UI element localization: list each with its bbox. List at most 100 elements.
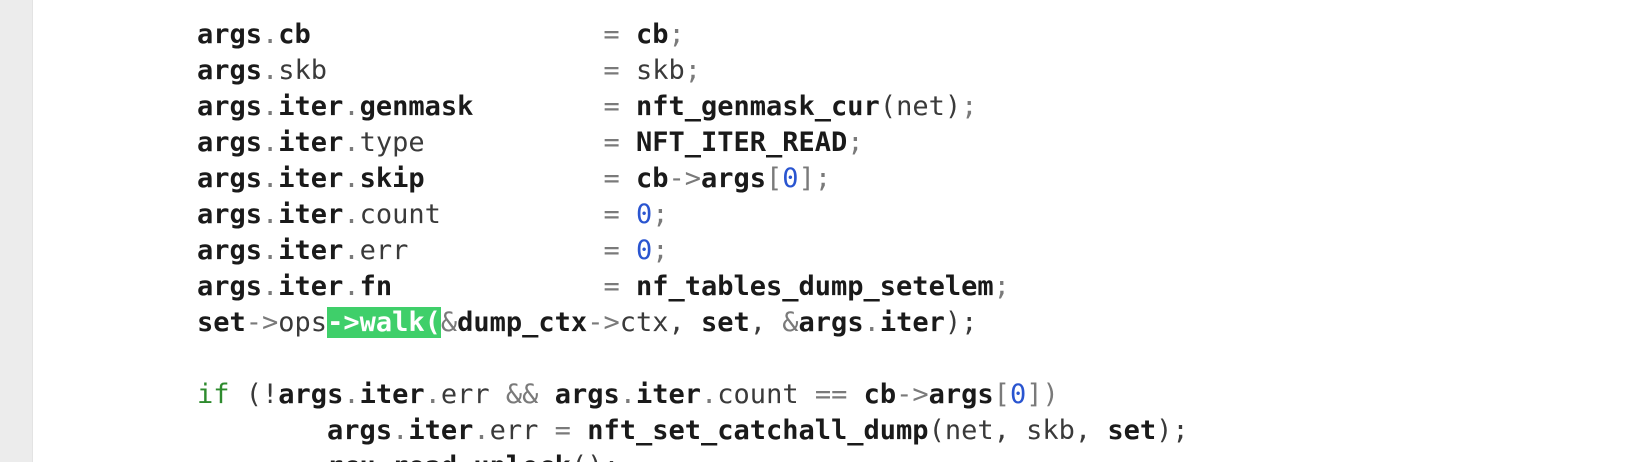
code-token: = [603,163,620,194]
code-token: ; [814,163,832,194]
code-token: fn [359,271,393,302]
code-token: & [440,307,458,338]
code-line: args.iter.fn = nf_tables_dump_setelem; [197,269,1597,305]
code-token: . [343,199,360,230]
editor-gutter [0,0,33,462]
code-token: 0 [782,163,799,194]
code-token: set [197,307,246,338]
code-token: dump_ctx [457,307,588,338]
code-line: args.iter.err = nft_set_catchall_dump(ne… [197,413,1597,449]
code-token: . [343,235,360,266]
code-token: args [798,307,864,338]
code-token: . [343,379,360,410]
code-token: args [327,415,393,446]
code-token: set [1107,415,1157,446]
code-token: . [262,271,279,302]
code-token: ; [668,19,685,50]
code-token: [ [993,379,1010,410]
code-token: iter [408,415,474,446]
code-token: args [197,19,263,50]
code-token: err [489,415,539,446]
code-token: . [343,91,360,122]
code-token: = [603,91,620,122]
code-token: . [473,415,490,446]
code-token: = [538,415,588,446]
code-token: iter [278,271,344,302]
code-token: ; [993,271,1010,302]
code-token: rcu_read_unlock [327,451,571,462]
code-token: = [603,127,620,158]
code-token: skb [278,55,328,86]
code-token: count [717,379,799,410]
code-token: -> [668,163,701,194]
code-token: iter [278,91,344,122]
code-token: (); [571,451,620,462]
code-token: . [262,91,279,122]
code-token: . [424,379,441,410]
code-token: args [701,163,767,194]
code-token: ); [1156,415,1189,446]
code-token: 0 [635,235,653,266]
code-token: cb [635,19,669,50]
code-token: . [262,163,279,194]
code-token: -> [245,307,279,338]
code-token: args [197,199,263,230]
code-token: skip [359,163,425,194]
code-token: iter [278,235,344,266]
code-token: cb [863,379,897,410]
code-token: args [197,271,263,302]
code-token: . [262,235,279,266]
code-token: , [749,307,783,338]
code-token: ); [944,307,978,338]
code-token: iter [636,379,702,410]
code-line: args.skb = skb; [197,53,1597,89]
code-token: = [603,19,620,50]
code-line: args.iter.err = 0; [197,233,1597,269]
code-token: = [603,271,620,302]
code-token: ; [652,199,669,230]
code-token: . [863,307,880,338]
code-token: args [197,127,263,158]
code-token: 0 [635,199,653,230]
code-token: ; [961,91,978,122]
code-token: . [392,415,409,446]
code-token: . [262,127,279,158]
code-token: cb [278,19,311,50]
code-token: args [197,55,263,86]
code-token: set [700,307,750,338]
code-token: == [798,379,864,410]
code-token: (! [229,379,279,410]
code-token: . [343,127,360,158]
code-token: = [603,199,620,230]
bottom-strip [0,462,1628,472]
code-token: ; [847,127,864,158]
code-line: args.iter.count = 0; [197,197,1597,233]
code-token: ]) [1026,379,1059,410]
code-token: ctx, [619,307,701,338]
code-token: -> [896,379,929,410]
code-token: . [619,379,636,410]
code-line: set->ops->walk(&dump_ctx->ctx, set, &arg… [197,305,1597,341]
code-token: . [262,19,279,50]
code-token: (net) [879,91,962,122]
code-token: . [343,271,360,302]
code-view[interactable]: args.cb = cb; args.skb = skb; args.iter.ge… [197,17,1597,462]
code-token: args [278,379,344,410]
code-token: args [928,379,994,410]
search-highlight: ->walk( [327,307,441,338]
code-token: nft_set_catchall_dump [587,415,929,446]
code-token: args [197,235,263,266]
code-token: args [554,379,620,410]
code-token: & [782,307,799,338]
code-token: skb [619,55,685,86]
